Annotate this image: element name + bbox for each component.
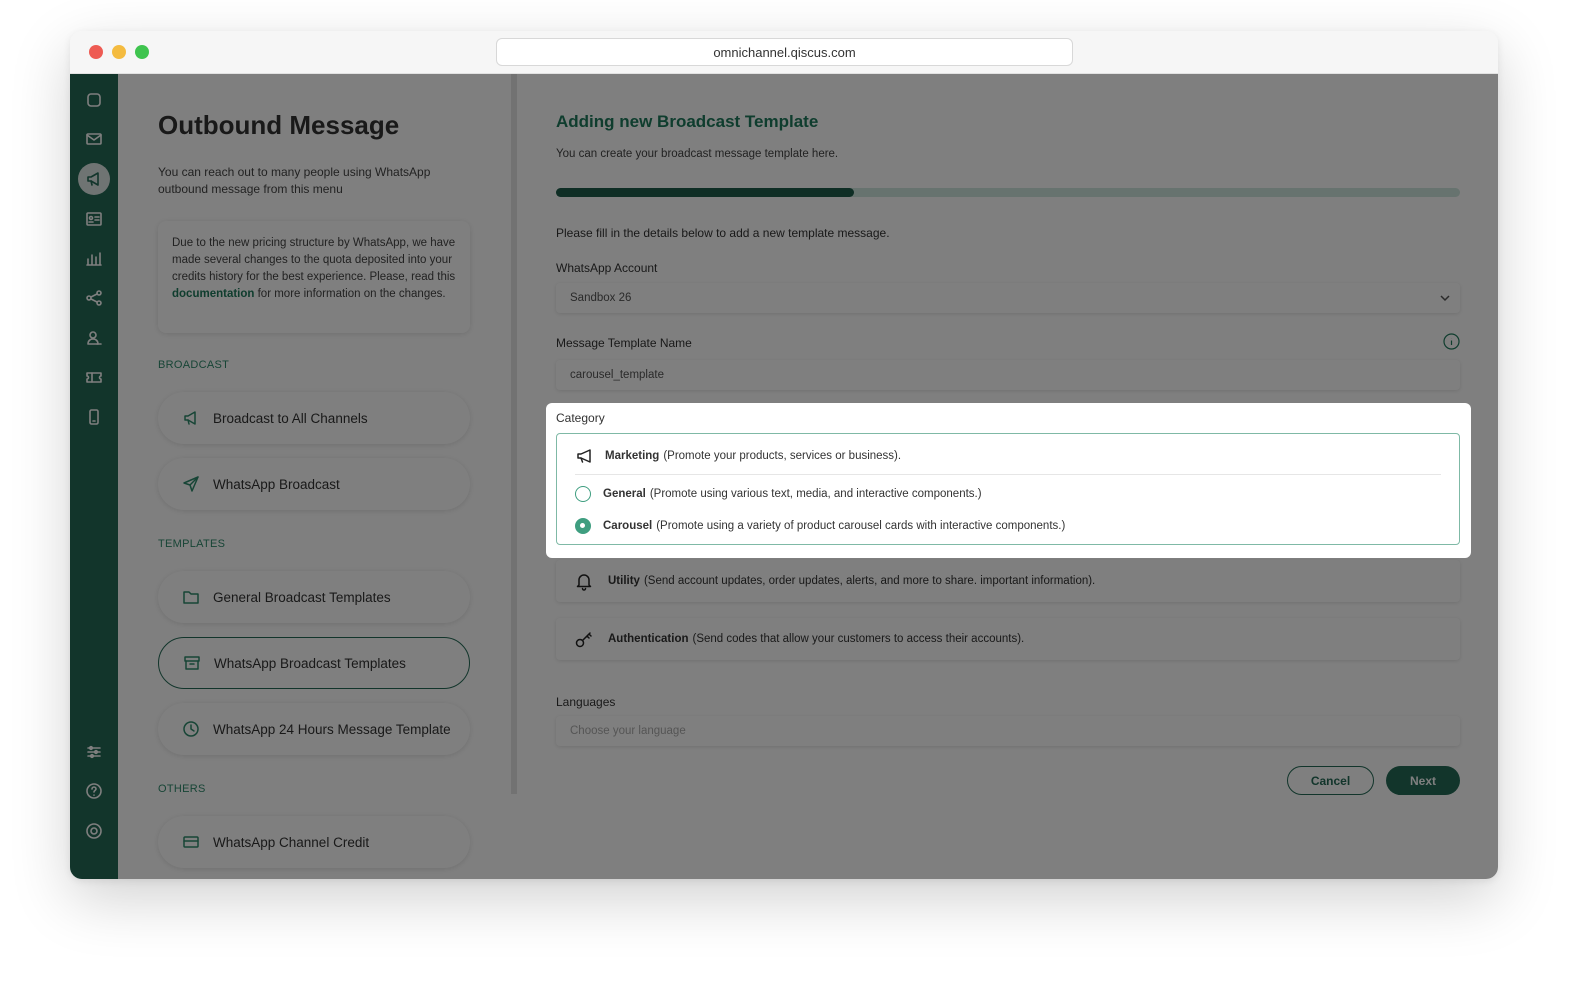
browser-window: omnichannel.qiscus.com Outbound Message … <box>70 31 1498 879</box>
carousel-desc: (Promote using a variety of product caro… <box>656 520 1066 532</box>
close-window-button[interactable] <box>89 45 103 59</box>
option-carousel[interactable]: Carousel (Promote using a variety of pro… <box>575 518 1065 534</box>
divider <box>575 474 1441 475</box>
title-bar: omnichannel.qiscus.com <box>70 31 1498 74</box>
general-name: General <box>603 488 646 500</box>
megaphone-icon <box>577 449 591 463</box>
minimize-window-button[interactable] <box>112 45 126 59</box>
category-highlight: Category Marketing (Promote your product… <box>546 403 1471 558</box>
category-marketing-panel: Marketing (Promote your products, servic… <box>556 433 1460 545</box>
category-marketing[interactable]: Marketing (Promote your products, servic… <box>575 446 901 466</box>
carousel-name: Carousel <box>603 520 653 532</box>
option-general[interactable]: General (Promote using various text, med… <box>575 486 982 502</box>
address-bar[interactable]: omnichannel.qiscus.com <box>496 38 1073 66</box>
marketing-desc: (Promote your products, services or busi… <box>663 450 902 462</box>
category-label: Category <box>556 411 605 425</box>
radio-carousel[interactable] <box>575 518 591 534</box>
marketing-name: Marketing <box>605 450 660 462</box>
zoom-window-button[interactable] <box>135 45 149 59</box>
general-desc: (Promote using various text, media, and … <box>649 488 982 500</box>
radio-general[interactable] <box>575 486 591 502</box>
